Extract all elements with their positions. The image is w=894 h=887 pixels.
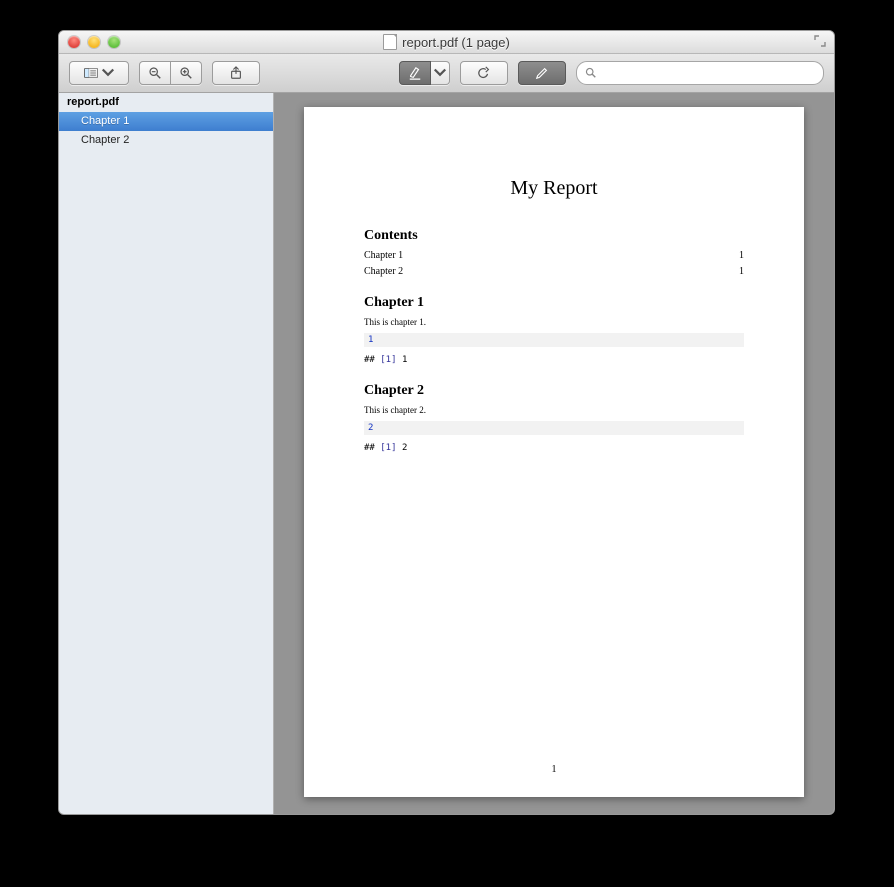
chapter-heading: Chapter 1 (364, 295, 744, 311)
output-value: 2 (402, 443, 407, 453)
sidebar-item-chapter-1[interactable]: Chapter 1 (59, 112, 273, 131)
preview-window: report.pdf (1 page) (58, 30, 835, 815)
view-mode-button[interactable] (69, 61, 129, 85)
toc-item-name: Chapter 1 (364, 250, 403, 261)
chapter-text: This is chapter 1. (364, 317, 744, 327)
page-number: 1 (304, 764, 804, 775)
highlight-dropdown[interactable] (431, 61, 450, 85)
fullscreen-icon[interactable] (814, 35, 826, 47)
toolbar (59, 54, 834, 93)
output-value: 1 (402, 355, 407, 365)
window-title: report.pdf (1 page) (402, 35, 510, 50)
search-field[interactable] (576, 61, 824, 85)
titlebar[interactable]: report.pdf (1 page) (59, 31, 834, 54)
code-output: ## [1] 1 (364, 355, 744, 365)
output-prefix: ## (364, 443, 375, 453)
sidebar-item-chapter-2[interactable]: Chapter 2 (59, 131, 273, 150)
search-icon (585, 67, 597, 79)
zoom-segment (139, 61, 202, 85)
toc-item-name: Chapter 2 (364, 266, 403, 277)
output-index: [1] (380, 443, 396, 453)
code-block: 1 (364, 333, 744, 347)
output-index: [1] (380, 355, 396, 365)
chapter-heading: Chapter 2 (364, 383, 744, 399)
toc-row: Chapter 1 1 (364, 250, 744, 261)
sidebar: report.pdf Chapter 1 Chapter 2 (59, 93, 274, 815)
zoom-in-button[interactable] (171, 61, 202, 85)
sidebar-root[interactable]: report.pdf (59, 93, 273, 112)
pdf-page: My Report Contents Chapter 1 1 Chapter 2… (304, 107, 804, 797)
document-icon (383, 34, 397, 50)
document-viewport[interactable]: My Report Contents Chapter 1 1 Chapter 2… (274, 93, 834, 815)
toc-item-page: 1 (739, 266, 744, 277)
zoom-icon[interactable] (108, 36, 120, 48)
contents-heading: Contents (364, 228, 744, 244)
rotate-button[interactable] (460, 61, 508, 85)
markup-button[interactable] (518, 61, 566, 85)
output-prefix: ## (364, 355, 375, 365)
highlight-button[interactable] (399, 61, 431, 85)
search-input[interactable] (603, 65, 815, 81)
highlight-segment (399, 61, 450, 85)
share-button[interactable] (212, 61, 260, 85)
code-output: ## [1] 2 (364, 443, 744, 453)
window-controls (68, 36, 120, 48)
minimize-icon[interactable] (88, 36, 100, 48)
zoom-out-button[interactable] (139, 61, 171, 85)
document-title: My Report (364, 177, 744, 200)
code-block: 2 (364, 421, 744, 435)
close-icon[interactable] (68, 36, 80, 48)
toc-row: Chapter 2 1 (364, 266, 744, 277)
chapter-text: This is chapter 2. (364, 405, 744, 415)
toc-item-page: 1 (739, 250, 744, 261)
